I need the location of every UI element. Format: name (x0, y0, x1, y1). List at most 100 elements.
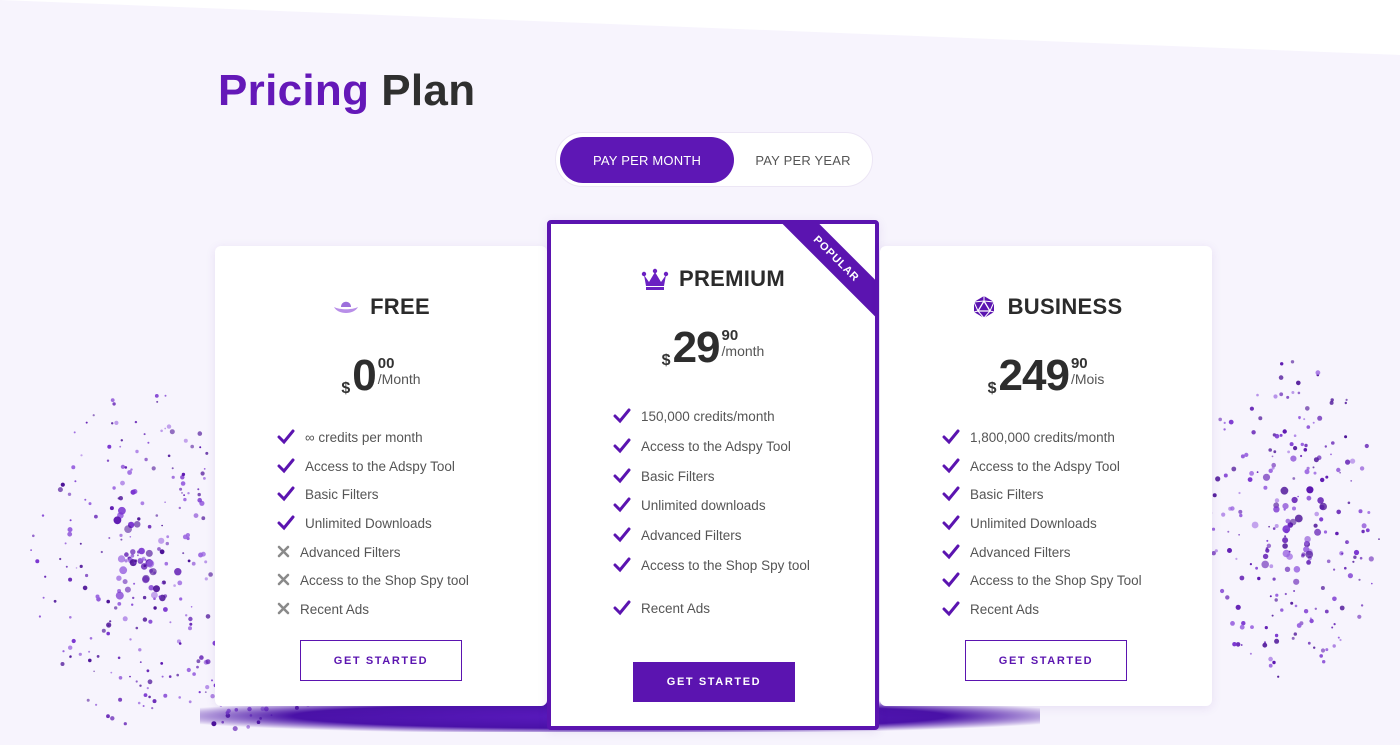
get-started-button-business[interactable]: GET STARTED (965, 640, 1127, 681)
splatter-dot (1332, 596, 1337, 602)
splatter-dot (69, 655, 72, 659)
splatter-dot (1273, 394, 1278, 399)
splatter-dot (164, 561, 169, 566)
splatter-dot (1297, 495, 1299, 498)
splatter-dot (1272, 577, 1276, 581)
splatter-dot (124, 552, 129, 557)
splatter-dot (140, 501, 145, 506)
splatter-dot (132, 596, 135, 600)
check-icon (277, 486, 295, 502)
check-icon (942, 458, 960, 473)
check-icon (277, 515, 295, 531)
pay-per-year-button[interactable]: PAY PER YEAR (736, 137, 870, 183)
splatter-dot (1347, 501, 1351, 505)
feature-list: ∞ credits per month Access to the Adspy … (277, 429, 469, 631)
plan-header: FREE (215, 294, 547, 320)
splatter-dot (130, 489, 136, 495)
splatter-dot (187, 559, 191, 563)
splatter-dot (86, 698, 90, 702)
splatter-dot (85, 421, 88, 424)
check-icon (942, 515, 960, 531)
splatter-dot (1306, 425, 1311, 429)
splatter-dot (148, 619, 153, 624)
splatter-dot (149, 568, 157, 576)
splatter-dot (111, 422, 114, 425)
splatter-dot (197, 431, 203, 436)
splatter-dot (1299, 621, 1304, 626)
splatter-dot (118, 506, 126, 515)
splatter-dot (112, 402, 116, 406)
splatter-dot (1249, 652, 1252, 655)
splatter-dot (204, 560, 208, 564)
splatter-dot (1263, 641, 1267, 644)
splatter-dot (1296, 380, 1301, 386)
splatter-dot (89, 637, 93, 640)
splatter-dot (124, 525, 132, 533)
splatter-dot (1300, 442, 1305, 447)
splatter-dot (161, 675, 164, 678)
splatter-dot (197, 492, 201, 497)
splatter-dot (129, 559, 137, 567)
plan-card-business: BUSINESS $ 249 90 /Mois 1,800,000 credit… (880, 246, 1212, 706)
splatter-dot (199, 500, 205, 506)
splatter-dot (1344, 401, 1348, 405)
splatter-dot (1273, 502, 1280, 509)
get-started-button-free[interactable]: GET STARTED (300, 640, 462, 681)
splatter-dot (1336, 509, 1341, 515)
splatter-dot (1214, 549, 1218, 553)
splatter-dot (1274, 598, 1278, 602)
splatter-dot (180, 481, 186, 486)
splatter-dot (1344, 566, 1347, 570)
splatter-dot (101, 628, 106, 633)
splatter-dot (85, 573, 89, 578)
get-started-button-premium[interactable]: GET STARTED (633, 662, 795, 702)
splatter-dot (1358, 578, 1361, 581)
splatter-dot (110, 671, 113, 674)
splatter-dot (130, 468, 133, 471)
splatter-dot (1361, 523, 1367, 529)
splatter-dot (1261, 560, 1269, 569)
splatter-dot (80, 454, 83, 457)
splatter-dot (109, 620, 112, 623)
splatter-dot (1358, 509, 1363, 514)
splatter-dot (171, 467, 174, 470)
splatter-dot (140, 563, 148, 570)
splatter-dot (1296, 623, 1302, 628)
splatter-dot (205, 659, 211, 665)
splatter-dot (1306, 486, 1314, 494)
splatter-dot (60, 662, 65, 666)
splatter-dot (159, 549, 165, 555)
splatter-dot (71, 465, 76, 470)
splatter-dot (44, 575, 47, 578)
splatter-dot (1280, 486, 1289, 495)
pay-per-month-button[interactable]: PAY PER MONTH (560, 137, 734, 183)
splatter-dot (1345, 459, 1351, 465)
splatter-dot (1291, 496, 1298, 504)
plan-header: BUSINESS (880, 294, 1212, 320)
splatter-dot (1309, 618, 1314, 624)
plan-name: FREE (370, 294, 430, 319)
splatter-dot (157, 547, 161, 551)
splatter-dot (1262, 473, 1271, 481)
splatter-dot (96, 597, 101, 602)
splatter-dot (203, 477, 206, 480)
splatter-dot (1227, 548, 1232, 553)
splatter-dot (1231, 466, 1237, 472)
splatter-dot (1289, 518, 1297, 526)
splatter-dot (110, 398, 115, 402)
splatter-dot (119, 533, 123, 538)
splatter-dot (146, 669, 150, 673)
splatter-dot (1228, 419, 1234, 425)
splatter-dot (139, 684, 142, 687)
splatter-dot (1306, 548, 1313, 556)
splatter-dot (1347, 573, 1353, 579)
splatter-dot (1282, 543, 1288, 549)
page-title-accent: Pricing (218, 66, 370, 115)
splatter-dot (1239, 624, 1245, 630)
splatter-dot (1306, 495, 1312, 501)
splatter-dot (1293, 566, 1301, 573)
splatter-dot (1220, 588, 1225, 594)
splatter-dot (197, 497, 202, 503)
check-icon (613, 557, 631, 573)
splatter-dot (142, 595, 147, 600)
